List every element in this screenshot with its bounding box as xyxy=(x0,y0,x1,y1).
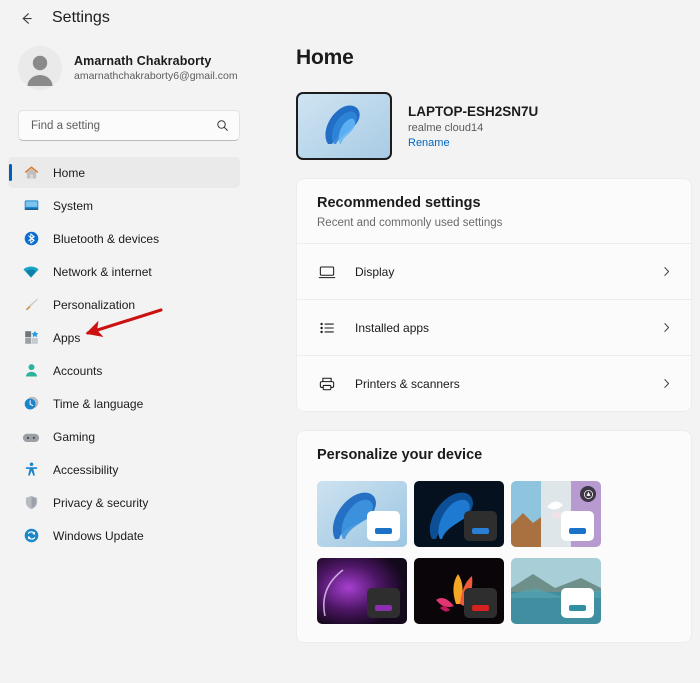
search-icon[interactable] xyxy=(216,119,229,132)
page-title: Home xyxy=(296,46,700,70)
device-summary: LAPTOP-ESH2SN7U realme cloud14 Rename xyxy=(296,92,700,160)
theme-tile-floral-dark[interactable] xyxy=(414,558,504,624)
chevron-right-icon[interactable] xyxy=(660,377,673,390)
theme-swatch xyxy=(464,588,497,618)
window-title: Settings xyxy=(52,9,110,27)
account-person-icon xyxy=(22,362,40,380)
sidebar-item-label: Network & internet xyxy=(53,265,152,279)
theme-swatch xyxy=(367,588,400,618)
recommended-row-label: Installed apps xyxy=(355,321,642,335)
sidebar-item-label: Apps xyxy=(53,331,80,345)
theme-swatch xyxy=(561,588,594,618)
recommended-row-label: Printers & scanners xyxy=(355,377,642,391)
personalize-header: Personalize your device xyxy=(297,431,691,467)
recommended-header: Recommended settings Recent and commonly… xyxy=(297,179,691,243)
update-refresh-icon xyxy=(22,527,40,545)
rename-link[interactable]: Rename xyxy=(408,137,538,149)
shield-icon xyxy=(22,494,40,512)
sidebar-item-label: Home xyxy=(53,166,85,180)
accessibility-icon xyxy=(22,461,40,479)
theme-tile-dark-bloom[interactable] xyxy=(414,481,504,547)
sidebar-item-label: Privacy & security xyxy=(53,496,148,510)
theme-swatch xyxy=(561,511,594,541)
sidebar-item-label: Personalization xyxy=(53,298,135,312)
theme-tile-collage-badge[interactable] xyxy=(511,481,601,547)
apps-icon xyxy=(22,329,40,347)
sidebar-item-label: Accounts xyxy=(53,364,102,378)
recommended-settings-card: Recommended settings Recent and commonly… xyxy=(296,178,692,412)
recommended-row-installed-apps[interactable]: Installed apps xyxy=(297,299,691,355)
search-box[interactable] xyxy=(18,110,240,141)
sidebar-item-system[interactable]: System xyxy=(8,190,240,221)
sidebar-item-label: Bluetooth & devices xyxy=(53,232,159,246)
chevron-right-icon[interactable] xyxy=(660,265,673,278)
chevron-right-icon[interactable] xyxy=(660,321,673,334)
recommended-subtitle: Recent and commonly used settings xyxy=(317,217,671,229)
recommended-row-display[interactable]: Display xyxy=(297,243,691,299)
settings-window: Settings Amarnath Chakraborty amarnathch… xyxy=(0,0,700,683)
laptop-wallpaper-thumbnail xyxy=(296,92,392,160)
recommended-title: Recommended settings xyxy=(317,195,671,211)
person-avatar-icon xyxy=(18,46,62,90)
bluetooth-icon xyxy=(22,230,40,248)
sidebar-item-label: Gaming xyxy=(53,430,95,444)
sidebar: Amarnath Chakraborty amarnathchakraborty… xyxy=(0,0,262,683)
sidebar-item-accounts[interactable]: Accounts xyxy=(8,355,240,386)
recommended-row-printers-scanners[interactable]: Printers & scanners xyxy=(297,355,691,411)
personalize-title: Personalize your device xyxy=(317,447,671,463)
clock-icon xyxy=(22,395,40,413)
search-container xyxy=(0,100,262,141)
sidebar-item-label: Time & language xyxy=(53,397,143,411)
sidebar-item-label: Windows Update xyxy=(53,529,144,543)
recommended-row-label: Display xyxy=(355,265,642,279)
monitor-icon xyxy=(317,262,337,282)
account-block[interactable]: Amarnath Chakraborty amarnathchakraborty… xyxy=(0,36,262,100)
list-bullets-icon xyxy=(317,318,337,338)
device-name: LAPTOP-ESH2SN7U xyxy=(408,104,538,119)
sidebar-nav: Home System xyxy=(0,157,262,551)
back-arrow-icon[interactable] xyxy=(14,6,38,30)
personalize-device-card: Personalize your device xyxy=(296,430,692,643)
sidebar-item-network-internet[interactable]: Network & internet xyxy=(8,256,240,287)
theme-grid xyxy=(297,467,691,642)
theme-tile-lake-teal[interactable] xyxy=(511,558,601,624)
sidebar-item-label: Accessibility xyxy=(53,463,118,477)
wifi-icon xyxy=(22,263,40,281)
sidebar-item-gaming[interactable]: Gaming xyxy=(8,421,240,452)
search-input[interactable] xyxy=(31,120,210,132)
sidebar-item-windows-update[interactable]: Windows Update xyxy=(8,520,240,551)
account-text: Amarnath Chakraborty amarnathchakraborty… xyxy=(74,54,238,82)
theme-tile-purple-glow[interactable] xyxy=(317,558,407,624)
system-monitor-icon xyxy=(22,197,40,215)
sidebar-item-label: System xyxy=(53,199,93,213)
theme-swatch xyxy=(367,511,400,541)
device-subtitle: realme cloud14 xyxy=(408,122,538,134)
sidebar-item-bluetooth-devices[interactable]: Bluetooth & devices xyxy=(8,223,240,254)
account-email: amarnathchakraborty6@gmail.com xyxy=(74,70,238,82)
sidebar-item-apps[interactable]: Apps xyxy=(8,322,240,353)
sidebar-item-personalization[interactable]: Personalization xyxy=(8,289,240,320)
sidebar-item-time-language[interactable]: Time & language xyxy=(8,388,240,419)
theme-tile-light-bloom[interactable] xyxy=(317,481,407,547)
theme-swatch xyxy=(464,511,497,541)
sidebar-item-accessibility[interactable]: Accessibility xyxy=(8,454,240,485)
main-content: Home LAPTOP-ESH2SN7U realme clou xyxy=(262,0,700,683)
contrast-badge-icon xyxy=(580,486,596,502)
printer-icon xyxy=(317,374,337,394)
gamepad-icon xyxy=(22,428,40,446)
sidebar-item-privacy-security[interactable]: Privacy & security xyxy=(8,487,240,518)
paintbrush-icon xyxy=(22,296,40,314)
account-name: Amarnath Chakraborty xyxy=(74,54,238,68)
sidebar-item-home[interactable]: Home xyxy=(8,157,240,188)
home-icon xyxy=(22,164,40,182)
device-info: LAPTOP-ESH2SN7U realme cloud14 Rename xyxy=(408,104,538,149)
